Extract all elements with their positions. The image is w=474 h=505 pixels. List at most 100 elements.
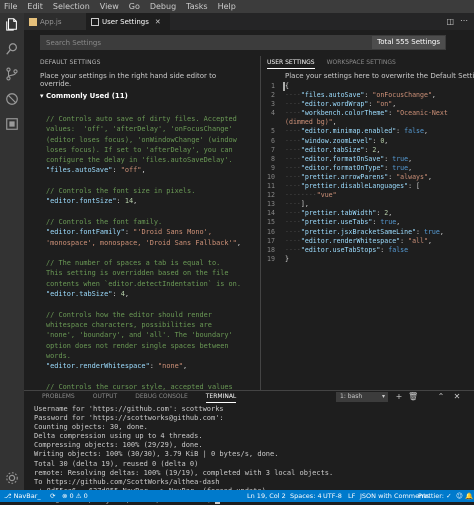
code-token: ········ xyxy=(285,191,317,200)
code-line: (editor loses focus), 'onWindowChange' (… xyxy=(46,135,244,145)
code-token: "'Droid Sans Mono', xyxy=(133,228,212,237)
menu-item-go[interactable]: Go xyxy=(124,2,145,11)
chevron-down-icon: ▾ xyxy=(381,393,385,400)
menu-item-help[interactable]: Help xyxy=(213,2,241,11)
tab-problems[interactable]: PROBLEMS xyxy=(42,393,75,403)
code-line: // Controls auto save of dirty files. Ac… xyxy=(46,114,244,124)
menu-item-debug[interactable]: Debug xyxy=(145,2,181,11)
code-line: loses focus). If set to 'afterDelay', yo… xyxy=(46,145,244,155)
code-line: ····"window.zoomLevel": 0, xyxy=(285,137,448,146)
code-token: ···· xyxy=(285,172,301,181)
split-editor-icon[interactable]: ◫ xyxy=(446,17,454,26)
line-number: 11 xyxy=(267,182,275,191)
code-token: { xyxy=(285,82,289,90)
close-icon[interactable]: ✕ xyxy=(155,18,161,26)
branch-name: NavBar_ xyxy=(13,492,41,500)
settings-search-box: Total 555 Settings xyxy=(40,35,446,50)
editor-tab-bar: App.js User Settings ✕ ◫ ⋯ xyxy=(24,13,474,30)
sync-icon[interactable]: ⟳ xyxy=(50,490,55,502)
settings-scope-tabs: USER SETTINGS WORKSPACE SETTINGS xyxy=(267,59,408,69)
line-number: 19 xyxy=(267,254,275,263)
code-token: "prettier.jsxBracketSameLine" xyxy=(300,227,417,236)
files-icon[interactable] xyxy=(4,16,20,32)
code-token: "editor.tabSize" xyxy=(300,145,365,154)
code-token: "editor.fontSize" xyxy=(46,197,117,206)
tab-workspace-settings-scope[interactable]: WORKSPACE SETTINGS xyxy=(327,59,396,69)
tab-output[interactable]: OUTPUT xyxy=(93,393,117,403)
code-line: "editor.fontSize": 14, xyxy=(46,196,244,206)
cursor-position[interactable]: Ln 19, Col 2 xyxy=(247,490,286,502)
code-token: "editor.wordWrap" xyxy=(300,100,369,109)
indentation[interactable]: Spaces: 4 xyxy=(290,490,322,502)
terminal-line: Delta compression using up to 4 threads. xyxy=(34,432,203,441)
bell-icon[interactable]: 🔔 xyxy=(465,490,473,502)
add-terminal-icon[interactable]: + xyxy=(394,392,404,402)
end-of-line[interactable]: LF xyxy=(348,490,355,502)
user-settings-description: Place your settings here to overwrite th… xyxy=(285,72,474,80)
code-token: loses focus). If set to 'afterDelay', yo… xyxy=(46,145,233,154)
tab-user-settings-scope[interactable]: USER SETTINGS xyxy=(267,59,315,69)
tab-app-js[interactable]: App.js xyxy=(24,13,86,30)
source-control-icon[interactable] xyxy=(4,66,20,82)
search-input[interactable] xyxy=(41,36,351,49)
code-token: , xyxy=(396,218,401,227)
code-line: ····"editor.minimap.enabled": false, xyxy=(285,127,448,136)
code-token: option does not render single spaces bet… xyxy=(46,341,229,350)
smiley-icon[interactable]: ☺ xyxy=(456,490,463,502)
prettier-status[interactable]: Prettier: ✓ xyxy=(418,490,452,502)
code-token: : xyxy=(400,236,409,245)
menu-item-tasks[interactable]: Tasks xyxy=(181,2,212,11)
trash-icon[interactable]: 🗑 xyxy=(408,392,418,402)
settings-file-icon xyxy=(91,17,99,26)
code-token: : xyxy=(124,228,134,237)
close-icon[interactable]: ✕ xyxy=(452,392,462,402)
code-token: "editor.renderWhitespace" xyxy=(46,362,150,371)
line-number: 8 xyxy=(271,154,275,163)
code-token: false xyxy=(404,127,424,136)
menu-item-edit[interactable]: Edit xyxy=(22,2,48,11)
menu-item-selection[interactable]: Selection xyxy=(48,2,95,11)
code-token: 'monospace', monospace, 'Droid Sans Fall… xyxy=(46,238,237,247)
code-token: configure the delay in 'files.autoSaveDe… xyxy=(46,156,233,165)
line-number: 7 xyxy=(271,145,275,154)
menu-item-view[interactable]: View xyxy=(95,2,124,11)
code-line: ····"editor.renderWhitespace": "all", xyxy=(285,237,448,246)
tab-terminal[interactable]: TERMINAL xyxy=(205,393,237,403)
default-settings-description: Place your settings in the right hand si… xyxy=(40,72,217,88)
search-icon[interactable] xyxy=(4,41,20,57)
line-number: 9 xyxy=(271,163,275,172)
code-line: { xyxy=(285,82,448,91)
code-token: "always" xyxy=(396,172,428,181)
problems-indicator[interactable]: ⊗ 0 ⚠ 0 xyxy=(62,490,88,502)
code-token: : xyxy=(112,166,121,175)
chevron-up-icon[interactable]: ⌃ xyxy=(436,392,446,402)
encoding[interactable]: UTF-8 xyxy=(323,490,342,502)
terminal-line: Total 30 (delta 19), reused 0 (delta 0) xyxy=(34,459,199,468)
code-line: ····"editor.useTabStops": false xyxy=(285,246,448,255)
code-token: 'none', 'boundary', and 'all'. The 'boun… xyxy=(46,331,233,340)
code-token: "editor.tabSize" xyxy=(46,290,113,299)
terminal-select[interactable]: 1: bash ▾ xyxy=(336,392,388,402)
tab-user-settings[interactable]: User Settings ✕ xyxy=(86,13,170,30)
code-token: "none" xyxy=(158,362,183,371)
menu-item-file[interactable]: File xyxy=(0,2,22,11)
warning-count: 0 xyxy=(83,492,88,500)
extensions-icon[interactable] xyxy=(4,116,20,132)
line-number: 12 xyxy=(267,191,275,200)
commonly-used-group[interactable]: ▾ Commonly Used (11) xyxy=(40,92,128,100)
code-token: "all" xyxy=(408,236,428,245)
user-settings-editor[interactable]: {····"files.autoSave": "onFocusChange", ·… xyxy=(285,82,448,264)
code-token: ···· xyxy=(285,154,301,163)
line-number: 16 xyxy=(267,227,275,236)
more-actions-icon[interactable]: ⋯ xyxy=(460,16,468,25)
code-line: ····"prettier.jsxBracketSameLine": true, xyxy=(285,228,448,237)
code-token: , xyxy=(423,127,428,136)
line-number: 2 xyxy=(271,91,275,100)
gear-icon[interactable] xyxy=(4,470,20,486)
debug-icon[interactable] xyxy=(4,91,20,107)
tab-debug-console[interactable]: DEBUG CONSOLE xyxy=(135,393,188,403)
git-branch-indicator[interactable]: ⎇ NavBar_ xyxy=(4,490,41,502)
code-token: "editor.minimap.enabled" xyxy=(300,127,397,136)
